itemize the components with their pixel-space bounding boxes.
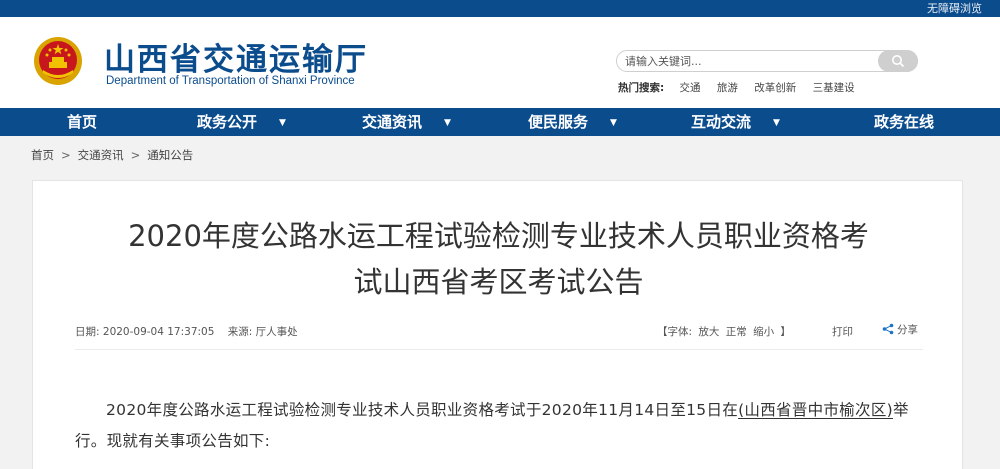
font-large-button[interactable]: 放大 <box>698 326 719 338</box>
main-nav: 首页 政务公开 ▼ 交通资讯 ▼ 便民服务 ▼ 互动交流 ▼ 政务在线 <box>0 108 1000 136</box>
share-button[interactable]: 分享 <box>882 322 918 337</box>
site-header: 山西省交通运输厅 Department of Transportation of… <box>0 17 1000 108</box>
search-box <box>616 50 918 72</box>
date-label: 日期: <box>75 326 100 338</box>
source-label: 来源: <box>227 326 253 338</box>
nav-item-interaction[interactable]: 互动交流 ▼ <box>691 108 780 136</box>
caret-down-icon: ▼ <box>773 118 780 128</box>
font-size-controls: 【字体: 放大 正常 缩小 】 <box>657 326 791 338</box>
caret-down-icon: ▼ <box>444 118 451 128</box>
hot-word-transport[interactable]: 交通 <box>680 82 701 94</box>
caret-down-icon: ▼ <box>279 118 286 128</box>
hot-word-reform[interactable]: 改革创新 <box>754 82 796 94</box>
article-title: 2020年度公路水运工程试验检测专业技术人员职业资格考 试山西省考区考试公告 <box>128 219 869 299</box>
hot-word-tourism[interactable]: 旅游 <box>717 82 738 94</box>
national-emblem-icon <box>34 37 82 85</box>
nav-item-services[interactable]: 便民服务 ▼ <box>528 108 617 136</box>
share-icon <box>882 323 894 335</box>
search-icon <box>892 55 905 68</box>
nav-item-online[interactable]: 政务在线 <box>874 108 934 136</box>
article-card: 2020年度公路水运工程试验检测专业技术人员职业资格考 试山西省考区考试公告 日… <box>32 180 963 469</box>
article-source: 厅人事处 <box>255 326 298 338</box>
font-small-button[interactable]: 缩小 <box>753 326 774 338</box>
top-bar: 无障碍浏览 <box>0 0 1000 17</box>
search-input[interactable] <box>625 53 875 69</box>
nav-item-home[interactable]: 首页 <box>67 108 97 136</box>
site-title[interactable]: 山西省交通运输厅 <box>104 34 368 79</box>
nav-item-news[interactable]: 交通资讯 ▼ <box>362 108 451 136</box>
font-normal-button[interactable]: 正常 <box>726 326 747 338</box>
breadcrumb-news[interactable]: 交通资讯 <box>78 148 124 162</box>
caret-down-icon: ▼ <box>610 118 617 128</box>
print-button[interactable]: 打印 <box>832 324 853 339</box>
breadcrumb-home[interactable]: 首页 <box>31 148 54 162</box>
breadcrumb: 首页 > 交通资讯 > 通知公告 <box>31 148 194 162</box>
breadcrumb-notices[interactable]: 通知公告 <box>147 148 193 162</box>
publish-date: 2020-09-04 17:37:05 <box>102 326 215 338</box>
search-button[interactable] <box>878 50 918 72</box>
exam-location: (山西省晋中市榆次区) <box>738 401 893 419</box>
article-meta: 日期: 2020-09-04 17:37:05 来源: 厅人事处 <box>75 324 298 339</box>
meta-divider <box>75 349 923 350</box>
site-subtitle: Department of Transportation of Shanxi P… <box>106 75 355 87</box>
hot-search: 热门搜索: 交通 旅游 改革创新 三基建设 <box>618 80 868 95</box>
hot-search-label: 热门搜索: <box>618 82 665 94</box>
accessibility-link[interactable]: 无障碍浏览 <box>927 1 982 16</box>
article-body-paragraph: 2020年度公路水运工程试验检测专业技术人员职业资格考试于2020年11月14日… <box>75 401 909 450</box>
hot-word-basics[interactable]: 三基建设 <box>813 82 855 94</box>
nav-item-gov-affairs[interactable]: 政务公开 ▼ <box>197 108 286 136</box>
